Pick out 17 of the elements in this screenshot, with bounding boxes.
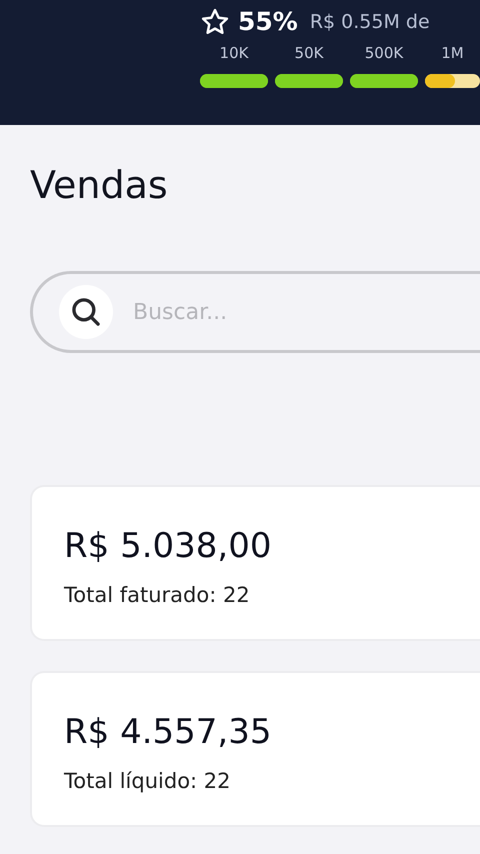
milestone-label: 1M (440, 43, 465, 64)
milestone-bar (200, 74, 268, 88)
search-field[interactable]: Buscar... (30, 271, 480, 353)
milestone-label: 50K (294, 43, 324, 64)
total-caption: Total líquido: 22 (64, 768, 232, 795)
total-amount: R$ 5.038,00 (64, 525, 272, 568)
page-title: Vendas (30, 162, 169, 209)
milestone-label: 500K (364, 43, 404, 64)
milestone-bar (425, 74, 480, 88)
total-caption: Total faturado: 22 (64, 582, 251, 609)
milestone-label: 10K (218, 43, 250, 64)
goal-percent: 55% (238, 6, 298, 38)
milestone-bar (275, 74, 343, 88)
milestone-bar (350, 74, 418, 88)
star-icon (200, 7, 230, 37)
goal-amount: R$ 0.55M de (310, 10, 430, 35)
total-amount: R$ 4.557,35 (64, 711, 272, 754)
